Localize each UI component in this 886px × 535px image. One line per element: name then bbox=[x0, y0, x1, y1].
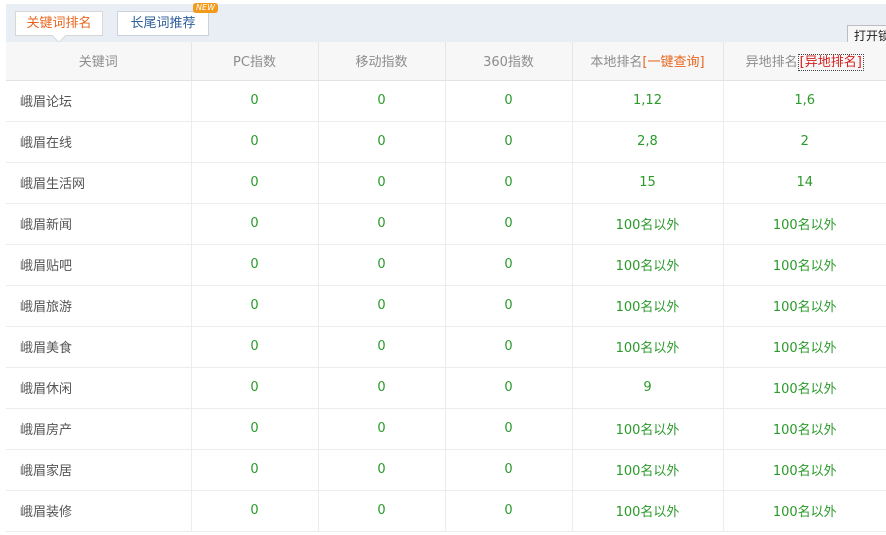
mobile-index-cell: 0 bbox=[318, 80, 446, 122]
table-row: 峨眉在线 0 0 0 2,8 2 bbox=[6, 121, 886, 163]
keyword-cell: 峨眉休闲 bbox=[6, 367, 192, 409]
remote-query-link[interactable]: [异地排名] bbox=[797, 54, 864, 72]
remote-rank-cell: 100名以外 bbox=[723, 203, 886, 245]
keyword-cell: 峨眉装修 bbox=[6, 490, 192, 532]
index-360-cell: 0 bbox=[445, 490, 573, 532]
header-local-rank-label: 本地排名 bbox=[590, 55, 643, 71]
index-360-cell: 0 bbox=[445, 80, 573, 122]
header-mobile-index: 移动指数 bbox=[318, 42, 446, 81]
mobile-index-cell: 0 bbox=[318, 121, 446, 163]
remote-rank-cell: 100名以外 bbox=[723, 408, 886, 450]
local-rank-cell: 100名以外 bbox=[572, 490, 724, 532]
index-360-cell: 0 bbox=[445, 121, 573, 163]
table-header-row: 关键词 PC指数 移动指数 360指数 本地排名[一键查询] 异地排名 [异地排名… bbox=[6, 42, 886, 81]
keyword-cell: 峨眉美食 bbox=[6, 326, 192, 368]
header-local-rank: 本地排名[一键查询] bbox=[572, 42, 724, 81]
index-360-cell: 0 bbox=[445, 408, 573, 450]
table-row: 峨眉旅游 0 0 0 100名以外 100名以外 bbox=[6, 285, 886, 327]
mobile-index-cell: 0 bbox=[318, 367, 446, 409]
new-badge: NEW bbox=[193, 3, 218, 13]
mobile-index-cell: 0 bbox=[318, 244, 446, 286]
header-remote-rank: 异地排名 [异地排名] bbox=[723, 42, 886, 81]
table-row: 峨眉贴吧 0 0 0 100名以外 100名以外 bbox=[6, 244, 886, 286]
mobile-index-cell: 0 bbox=[318, 162, 446, 204]
keyword-cell: 峨眉旅游 bbox=[6, 285, 192, 327]
header-pc-index: PC指数 bbox=[191, 42, 319, 81]
local-rank-cell: 1,12 bbox=[572, 80, 724, 122]
table-row: 峨眉生活网 0 0 0 15 14 bbox=[6, 162, 886, 204]
table-row: 峨眉论坛 0 0 0 1,12 1,6 bbox=[6, 80, 886, 122]
tab-keyword-rank-label: 关键词排名 bbox=[26, 16, 92, 31]
local-query-link[interactable]: [一键查询] bbox=[642, 55, 704, 70]
remote-rank-cell: 100名以外 bbox=[723, 490, 886, 532]
tab-bar: 关键词排名 长尾词推荐 NEW bbox=[6, 3, 886, 42]
local-rank-cell: 100名以外 bbox=[572, 408, 724, 450]
remote-rank-cell: 100名以外 bbox=[723, 367, 886, 409]
header-keyword: 关键词 bbox=[6, 42, 192, 81]
index-360-cell: 0 bbox=[445, 162, 573, 204]
mobile-index-cell: 0 bbox=[318, 326, 446, 368]
table-row: 峨眉家居 0 0 0 100名以外 100名以外 bbox=[6, 449, 886, 491]
local-rank-cell: 9 bbox=[572, 367, 724, 409]
keyword-cell: 峨眉新闻 bbox=[6, 203, 192, 245]
keyword-cell: 峨眉生活网 bbox=[6, 162, 192, 204]
pc-index-cell: 0 bbox=[191, 490, 319, 532]
table-row: 峨眉装修 0 0 0 100名以外 100名以外 bbox=[6, 490, 886, 532]
table-body: 峨眉论坛 0 0 0 1,12 1,6 峨眉在线 0 0 0 2,8 2 峨眉生活网 0 0 0 15 14 峨眉新… bbox=[6, 80, 886, 532]
pc-index-cell: 0 bbox=[191, 367, 319, 409]
local-rank-cell: 100名以外 bbox=[572, 326, 724, 368]
index-360-cell: 0 bbox=[445, 367, 573, 409]
mobile-index-cell: 0 bbox=[318, 285, 446, 327]
remote-rank-cell: 2 bbox=[723, 121, 886, 163]
remote-rank-cell: 1,6 bbox=[723, 80, 886, 122]
table-row: 峨眉房产 0 0 0 100名以外 100名以外 bbox=[6, 408, 886, 450]
keyword-cell: 峨眉在线 bbox=[6, 121, 192, 163]
table-row: 峨眉美食 0 0 0 100名以外 100名以外 bbox=[6, 326, 886, 368]
index-360-cell: 0 bbox=[445, 285, 573, 327]
pc-index-cell: 0 bbox=[191, 203, 319, 245]
keyword-cell: 峨眉论坛 bbox=[6, 80, 192, 122]
pc-index-cell: 0 bbox=[191, 121, 319, 163]
header-360-index: 360指数 bbox=[445, 42, 573, 81]
remote-rank-cell: 14 bbox=[723, 162, 886, 204]
pc-index-cell: 0 bbox=[191, 285, 319, 327]
keyword-rank-table: 关键词 PC指数 移动指数 360指数 本地排名[一键查询] 异地排名 [异地排名… bbox=[6, 42, 886, 532]
mobile-index-cell: 0 bbox=[318, 203, 446, 245]
tab-long-tail[interactable]: 长尾词推荐 NEW bbox=[117, 3, 218, 36]
remote-rank-cell: 100名以外 bbox=[723, 244, 886, 286]
table-row: 峨眉休闲 0 0 0 9 100名以外 bbox=[6, 367, 886, 409]
local-rank-cell: 15 bbox=[572, 162, 724, 204]
keyword-cell: 峨眉房产 bbox=[6, 408, 192, 450]
index-360-cell: 0 bbox=[445, 244, 573, 286]
local-rank-cell: 100名以外 bbox=[572, 449, 724, 491]
local-rank-cell: 2,8 bbox=[572, 121, 724, 163]
local-rank-cell: 100名以外 bbox=[572, 203, 724, 245]
tab-long-tail-label: 长尾词推荐 bbox=[130, 16, 196, 31]
remote-rank-cell: 100名以外 bbox=[723, 285, 886, 327]
index-360-cell: 0 bbox=[445, 326, 573, 368]
pc-index-cell: 0 bbox=[191, 449, 319, 491]
remote-rank-cell: 100名以外 bbox=[723, 449, 886, 491]
remote-rank-cell: 100名以外 bbox=[723, 326, 886, 368]
tab-keyword-rank[interactable]: 关键词排名 bbox=[15, 11, 103, 36]
pc-index-cell: 0 bbox=[191, 326, 319, 368]
local-rank-cell: 100名以外 bbox=[572, 285, 724, 327]
local-rank-cell: 100名以外 bbox=[572, 244, 724, 286]
header-remote-rank-label: 异地排名 bbox=[745, 55, 798, 71]
mobile-index-cell: 0 bbox=[318, 408, 446, 450]
index-360-cell: 0 bbox=[445, 449, 573, 491]
keyword-cell: 峨眉家居 bbox=[6, 449, 192, 491]
table-row: 峨眉新闻 0 0 0 100名以外 100名以外 bbox=[6, 203, 886, 245]
pc-index-cell: 0 bbox=[191, 408, 319, 450]
index-360-cell: 0 bbox=[445, 203, 573, 245]
pc-index-cell: 0 bbox=[191, 162, 319, 204]
pc-index-cell: 0 bbox=[191, 244, 319, 286]
keyword-cell: 峨眉贴吧 bbox=[6, 244, 192, 286]
pc-index-cell: 0 bbox=[191, 80, 319, 122]
mobile-index-cell: 0 bbox=[318, 449, 446, 491]
mobile-index-cell: 0 bbox=[318, 490, 446, 532]
